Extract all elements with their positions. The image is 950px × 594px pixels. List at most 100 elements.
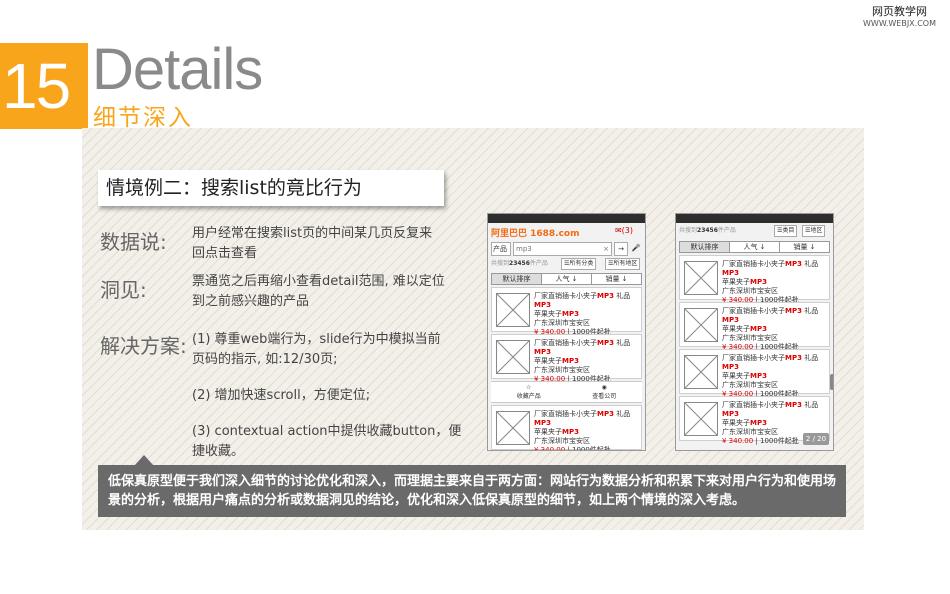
watermark-main: 网页教学网 xyxy=(872,5,927,18)
product-title: 苹果夹子 xyxy=(534,428,562,436)
count-number: 23456 xyxy=(509,260,530,267)
filter-region-label: 地区 xyxy=(810,227,823,234)
product-info: 厂家直销插卡小夹子MP3 礼品MP3 苹果夹子MP3 广东深圳市宝安区 ¥ 34… xyxy=(722,307,827,352)
product-image-placeholder xyxy=(684,261,718,295)
list-item[interactable]: 厂家直销插卡小夹子MP3 礼品MP3 苹果夹子MP3 广东深圳市宝安区 ¥ 34… xyxy=(491,287,642,336)
app-header: 阿里巴巴 1688.com ✉(3) xyxy=(488,223,645,241)
message-badge[interactable]: ✉(3) xyxy=(615,226,633,235)
view-company-action[interactable]: ◉ 查看公司 xyxy=(567,382,643,402)
product-image-placeholder xyxy=(684,355,718,389)
phone-mockup-scroll: 共搜到23456件产品 ☰类目 ☰地区 默认排序 人气 ↓ 销量 ↓ 厂家直销插… xyxy=(675,213,834,451)
solution-line: (2) 增加快速scroll，方便定位; xyxy=(192,388,371,403)
product-title: 礼品 xyxy=(613,339,631,347)
product-info: 厂家直销插卡小夹子MP3 礼品MP3 苹果夹子MP3 广东深圳市宝安区 ¥ 34… xyxy=(534,339,639,384)
product-location: 广东深圳市宝安区 xyxy=(722,334,778,342)
product-title: MP3 xyxy=(750,372,767,380)
filter-region-label: 所有地区 xyxy=(613,260,638,267)
list-item[interactable]: 厂家直销插卡小夹子MP3 礼品MP3 苹果夹子MP3 广东深圳市宝安区 ¥ 34… xyxy=(491,405,642,450)
count-suffix: 件产品 xyxy=(529,260,548,267)
status-bar xyxy=(676,214,833,223)
product-location: 广东深圳市宝安区 xyxy=(722,287,778,295)
data-text-line: 用户经常在搜索list页的中间某几页反复来 xyxy=(192,226,433,241)
count-suffix: 件产品 xyxy=(717,227,736,234)
product-title: MP3 xyxy=(562,357,579,365)
sort-popularity[interactable]: 人气 ↓ xyxy=(542,274,592,284)
filter-category-button[interactable]: ☰类目 xyxy=(774,225,798,237)
solution-line: (3) contextual action中提供收藏button，便 xyxy=(192,424,462,439)
product-title: 厂家直销插卡小夹子 xyxy=(722,260,785,268)
solution-line: 捷收藏。 xyxy=(192,444,245,459)
data-text: 用户经常在搜索list页的中间某几页反复来 回点击查看 xyxy=(192,224,432,264)
solution-line: (1) 尊重web端行为，slide行为中模拟当前 xyxy=(192,332,441,347)
filter-region-button[interactable]: ☰所有地区 xyxy=(605,258,641,270)
product-price: ¥ 340.00 xyxy=(722,437,754,445)
data-label: 数据说: xyxy=(100,230,167,254)
microphone-icon[interactable]: 🎤 xyxy=(630,242,642,256)
sort-default[interactable]: 默认排序 xyxy=(492,274,542,284)
sort-default[interactable]: 默认排序 xyxy=(680,242,730,252)
product-title: 苹果夹子 xyxy=(534,310,562,318)
product-info: 厂家直销插卡小夹子MP3 礼品MP3 苹果夹子MP3 广东深圳市宝安区 ¥ 34… xyxy=(722,354,827,399)
product-title: MP3 xyxy=(534,419,551,427)
list-item[interactable]: 厂家直销插卡小夹子MP3 礼品MP3 苹果夹子MP3 广东深圳市宝安区 ¥ 34… xyxy=(679,349,830,398)
sort-popularity[interactable]: 人气 ↓ xyxy=(730,242,780,252)
product-title: MP3 xyxy=(534,348,551,356)
app-logo: 阿里巴巴 1688.com xyxy=(491,229,580,239)
count-prefix: 共搜到 xyxy=(491,260,510,267)
insight-text-line: 票通览之后再缩小查看detail范围, 难以定位 xyxy=(192,274,445,289)
search-input[interactable]: mp3 × xyxy=(513,242,612,256)
search-bar: 产品 mp3 × → 🎤 xyxy=(491,242,642,256)
result-count: 共搜到23456件产品 ☰类目 ☰地区 xyxy=(676,223,833,239)
search-go-button[interactable]: → xyxy=(614,242,628,256)
watermark-sub: WWW.WEBJX.COM xyxy=(863,18,936,28)
search-category[interactable]: 产品 xyxy=(491,242,511,256)
filter-category-label: 类目 xyxy=(782,227,795,234)
list-item[interactable]: 厂家直销插卡小夹子MP3 礼品MP3 苹果夹子MP3 广东深圳市宝安区 ¥ 34… xyxy=(679,302,830,351)
insight-text-line: 到之前感兴趣的产品 xyxy=(192,294,310,309)
product-title: MP3 xyxy=(750,325,767,333)
sort-bar: 默认排序 人气 ↓ 销量 ↓ xyxy=(679,241,830,253)
sort-bar: 默认排序 人气 ↓ 销量 ↓ xyxy=(491,273,642,285)
sort-sales[interactable]: 销量 ↓ xyxy=(780,242,829,252)
product-title: MP3 xyxy=(750,419,767,427)
product-title: 苹果夹子 xyxy=(722,372,750,380)
slide-page: 网页教学网 WWW.WEBJX.COM 15 Details 细节深入 情境例二… xyxy=(0,0,950,594)
product-title: 厂家直销插卡小夹子 xyxy=(722,354,785,362)
count-prefix: 共搜到 xyxy=(679,227,698,234)
favorite-label: 收藏产品 xyxy=(516,393,541,400)
fast-scroll-handle[interactable] xyxy=(830,374,833,390)
sort-sales[interactable]: 销量 ↓ xyxy=(592,274,641,284)
contextual-action-bar: ☆ 收藏产品 ◉ 查看公司 xyxy=(491,381,642,403)
product-min-order: | 1000件起批 xyxy=(567,446,611,451)
watermark: 网页教学网 WWW.WEBJX.COM xyxy=(863,5,936,28)
product-image-placeholder xyxy=(496,340,530,374)
product-title: 苹果夹子 xyxy=(722,278,750,286)
product-title: MP3 xyxy=(750,278,767,286)
product-title: 礼品 xyxy=(801,401,819,409)
product-title: 厂家直销插卡小夹子 xyxy=(534,292,597,300)
favorite-action[interactable]: ☆ 收藏产品 xyxy=(491,382,567,402)
filter-category-label: 所有分类 xyxy=(569,260,594,267)
product-location: 广东深圳市宝安区 xyxy=(534,437,590,445)
product-info: 厂家直销插卡小夹子MP3 礼品MP3 苹果夹子MP3 广东深圳市宝安区 ¥ 34… xyxy=(534,292,639,337)
list-item[interactable]: 厂家直销插卡小夹子MP3 礼品MP3 苹果夹子MP3 广东深圳市宝安区 ¥ 34… xyxy=(679,255,830,304)
clear-icon[interactable]: × xyxy=(603,243,609,255)
filter-region-button[interactable]: ☰地区 xyxy=(802,225,826,237)
list-item[interactable]: 厂家直销插卡小夹子MP3 礼品MP3 苹果夹子MP3 广东深圳市宝安区 ¥ 34… xyxy=(491,334,642,383)
insight-label: 洞见: xyxy=(100,278,147,302)
section-number: 15 xyxy=(0,43,88,129)
product-title: 苹果夹子 xyxy=(534,357,562,365)
insight-text: 票通览之后再缩小查看detail范围, 难以定位 到之前感兴趣的产品 xyxy=(192,272,445,312)
star-icon: ☆ xyxy=(526,384,532,391)
product-title: MP3 xyxy=(562,310,579,318)
product-location: 广东深圳市宝安区 xyxy=(534,319,590,327)
product-title: MP3 xyxy=(534,301,551,309)
filter-category-button[interactable]: ☰所有分类 xyxy=(561,258,597,270)
product-title: MP3 xyxy=(722,410,739,418)
title-english: Details xyxy=(92,37,263,102)
product-title: MP3 xyxy=(785,354,802,362)
message-count: (3) xyxy=(621,226,633,235)
product-title: 礼品 xyxy=(801,354,819,362)
product-info: 厂家直销插卡小夹子MP3 礼品MP3 苹果夹子MP3 广东深圳市宝安区 ¥ 34… xyxy=(722,260,827,305)
product-title: MP3 xyxy=(722,363,739,371)
